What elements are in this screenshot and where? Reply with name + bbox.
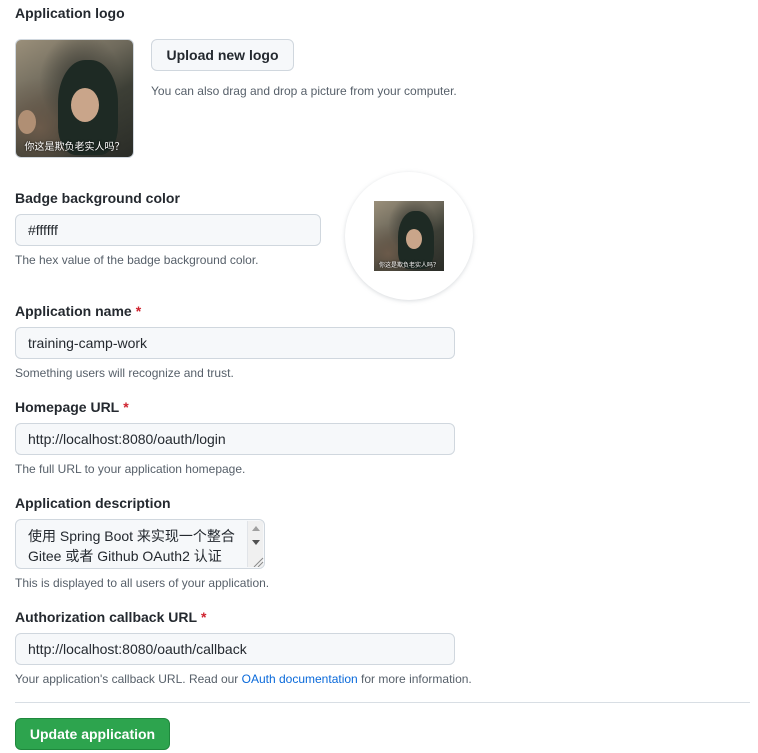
application-logo-image: 你这是欺负老实人吗？ (15, 39, 134, 158)
textarea-scrollbar[interactable] (247, 521, 264, 567)
homepage-url-label: Homepage URL * (15, 399, 129, 415)
callback-url-label-text: Authorization callback URL (15, 609, 198, 625)
homepage-url-hint: The full URL to your application homepag… (15, 462, 246, 476)
homepage-url-label-text: Homepage URL (15, 399, 120, 415)
update-application-button[interactable]: Update application (15, 718, 170, 750)
required-mark: * (123, 399, 129, 415)
required-mark: * (135, 303, 142, 319)
badge-preview-image: 你这是欺负老实人吗？ (374, 201, 444, 271)
badge-preview-caption: 你这是欺负老实人吗？ (378, 263, 439, 269)
scroll-down-icon[interactable] (252, 540, 260, 545)
application-name-label: Application name * (15, 303, 141, 319)
oauth-documentation-link[interactable]: OAuth documentation (242, 672, 358, 686)
application-description-textarea[interactable]: 使用 Spring Boot 来实现一个整合 Gitee 或者 Github O… (15, 519, 265, 569)
upload-new-logo-button[interactable]: Upload new logo (151, 39, 294, 71)
application-description-hint: This is displayed to all users of your a… (15, 576, 270, 590)
description-line-2: Gitee 或者 Github OAuth2 认证 (28, 548, 222, 564)
application-logo-label: Application logo (15, 5, 125, 21)
required-mark: * (201, 609, 207, 625)
callback-hint-suffix: for more information. (357, 672, 472, 686)
callback-url-label: Authorization callback URL * (15, 609, 206, 625)
badge-color-field[interactable]: #ffffff (15, 214, 321, 246)
badge-preview: 你这是欺负老实人吗？ (345, 172, 473, 300)
callback-url-hint: Your application's callback URL. Read ou… (15, 672, 472, 686)
badge-color-hint: The hex value of the badge background co… (15, 253, 259, 267)
logo-caption: 你这是欺负老实人吗？ (24, 142, 125, 153)
homepage-url-field[interactable]: http://localhost:8080/oauth/login (15, 423, 455, 455)
form-divider (15, 702, 750, 703)
resize-grip-icon[interactable] (253, 557, 264, 567)
application-name-field[interactable]: training-camp-work (15, 327, 455, 359)
description-line-1: 使用 Spring Boot 来实现一个整合 (28, 528, 235, 544)
application-name-hint: Something users will recognize and trust… (15, 366, 234, 380)
badge-background-color-label: Badge background color (15, 190, 180, 206)
application-description-label: Application description (15, 495, 171, 511)
application-name-label-text: Application name (15, 303, 132, 319)
callback-url-field[interactable]: http://localhost:8080/oauth/callback (15, 633, 455, 665)
drag-drop-hint: You can also drag and drop a picture fro… (151, 84, 457, 98)
scroll-up-icon[interactable] (252, 526, 260, 531)
callback-hint-text: Your application's callback URL. Read ou… (15, 672, 242, 686)
